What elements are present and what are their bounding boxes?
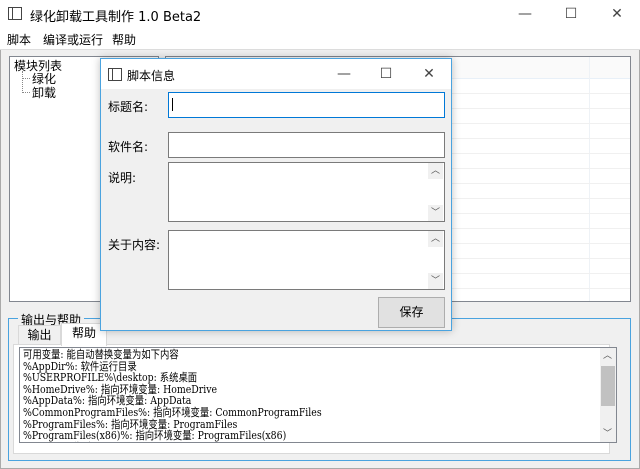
- tree-line: [22, 71, 23, 93]
- tree-line: [22, 78, 30, 79]
- about-scrollbar[interactable]: ︿ ﹀: [428, 231, 444, 289]
- description-label: 说明:: [108, 171, 137, 185]
- title-label: 标题名:: [108, 100, 149, 114]
- about-textarea[interactable]: ︿ ﹀: [168, 230, 445, 290]
- help-textbox[interactable]: 可用变量: 能自动替换变量为如下内容 %AppDir%: 软件运行目录 %USERP…: [19, 347, 617, 443]
- help-text: 可用变量: 能自动替换变量为如下内容 %AppDir%: 软件运行目录 %USERP…: [23, 348, 322, 443]
- app-icon: [8, 7, 22, 20]
- description-scrollbar[interactable]: ︿ ﹀: [428, 163, 444, 221]
- scroll-down-icon[interactable]: ﹀: [428, 273, 443, 289]
- dialog-minimize-button[interactable]: —: [323, 59, 365, 89]
- software-label: 软件名:: [108, 140, 149, 154]
- dialog-maximize-button[interactable]: ☐: [365, 59, 407, 89]
- help-line: %CommonProgramFiles%: 指向环境变量: CommonProg…: [23, 405, 322, 419]
- close-button[interactable]: ✕: [594, 0, 640, 28]
- window-title: 绿化卸载工具制作 1.0 Beta2: [30, 10, 202, 25]
- scroll-down-icon[interactable]: ﹀: [428, 205, 443, 221]
- menu-compile-run[interactable]: 编译或运行: [43, 31, 103, 48]
- scroll-up-icon[interactable]: ︿: [428, 231, 443, 247]
- menu-help[interactable]: 帮助: [112, 31, 136, 48]
- scroll-up-icon[interactable]: ︿: [428, 163, 443, 179]
- menu-script[interactable]: 脚本: [7, 31, 31, 48]
- about-label: 关于内容:: [108, 238, 161, 252]
- description-textarea[interactable]: ︿ ﹀: [168, 162, 445, 222]
- title-input[interactable]: [168, 92, 445, 118]
- scroll-up-icon[interactable]: ︿: [600, 348, 615, 364]
- dialog-title-bar: 脚本信息 — ☐ ✕: [101, 59, 451, 89]
- help-line: 可用变量: 能自动替换变量为如下内容: [23, 348, 179, 361]
- tab-output[interactable]: 输出: [18, 325, 61, 345]
- software-input[interactable]: [168, 132, 445, 158]
- dialog-close-button[interactable]: ✕: [407, 59, 451, 89]
- menu-bar: 脚本 编译或运行 帮助: [0, 28, 640, 50]
- scroll-down-icon[interactable]: ﹀: [600, 426, 615, 442]
- tree-item-uninstall[interactable]: 卸载: [32, 84, 56, 101]
- script-info-dialog: 脚本信息 — ☐ ✕ 标题名: 软件名: 说明: ︿ ﹀ 关于内容: ︿ ﹀ 保…: [100, 58, 452, 331]
- tree-line: [22, 92, 30, 93]
- dialog-title: 脚本信息: [127, 69, 176, 83]
- text-cursor: [172, 98, 173, 111]
- help-line: %ProgramFiles(x86)%: 指向环境变量: ProgramFile…: [23, 429, 287, 443]
- title-bar: 绿化卸载工具制作 1.0 Beta2 — ☐ ✕: [0, 0, 640, 28]
- minimize-button[interactable]: —: [502, 0, 548, 28]
- help-scrollbar[interactable]: ︿ ﹀: [600, 348, 616, 442]
- save-button[interactable]: 保存: [378, 297, 445, 328]
- maximize-button[interactable]: ☐: [548, 0, 594, 28]
- dialog-icon: [108, 68, 122, 81]
- scroll-thumb[interactable]: [601, 366, 615, 406]
